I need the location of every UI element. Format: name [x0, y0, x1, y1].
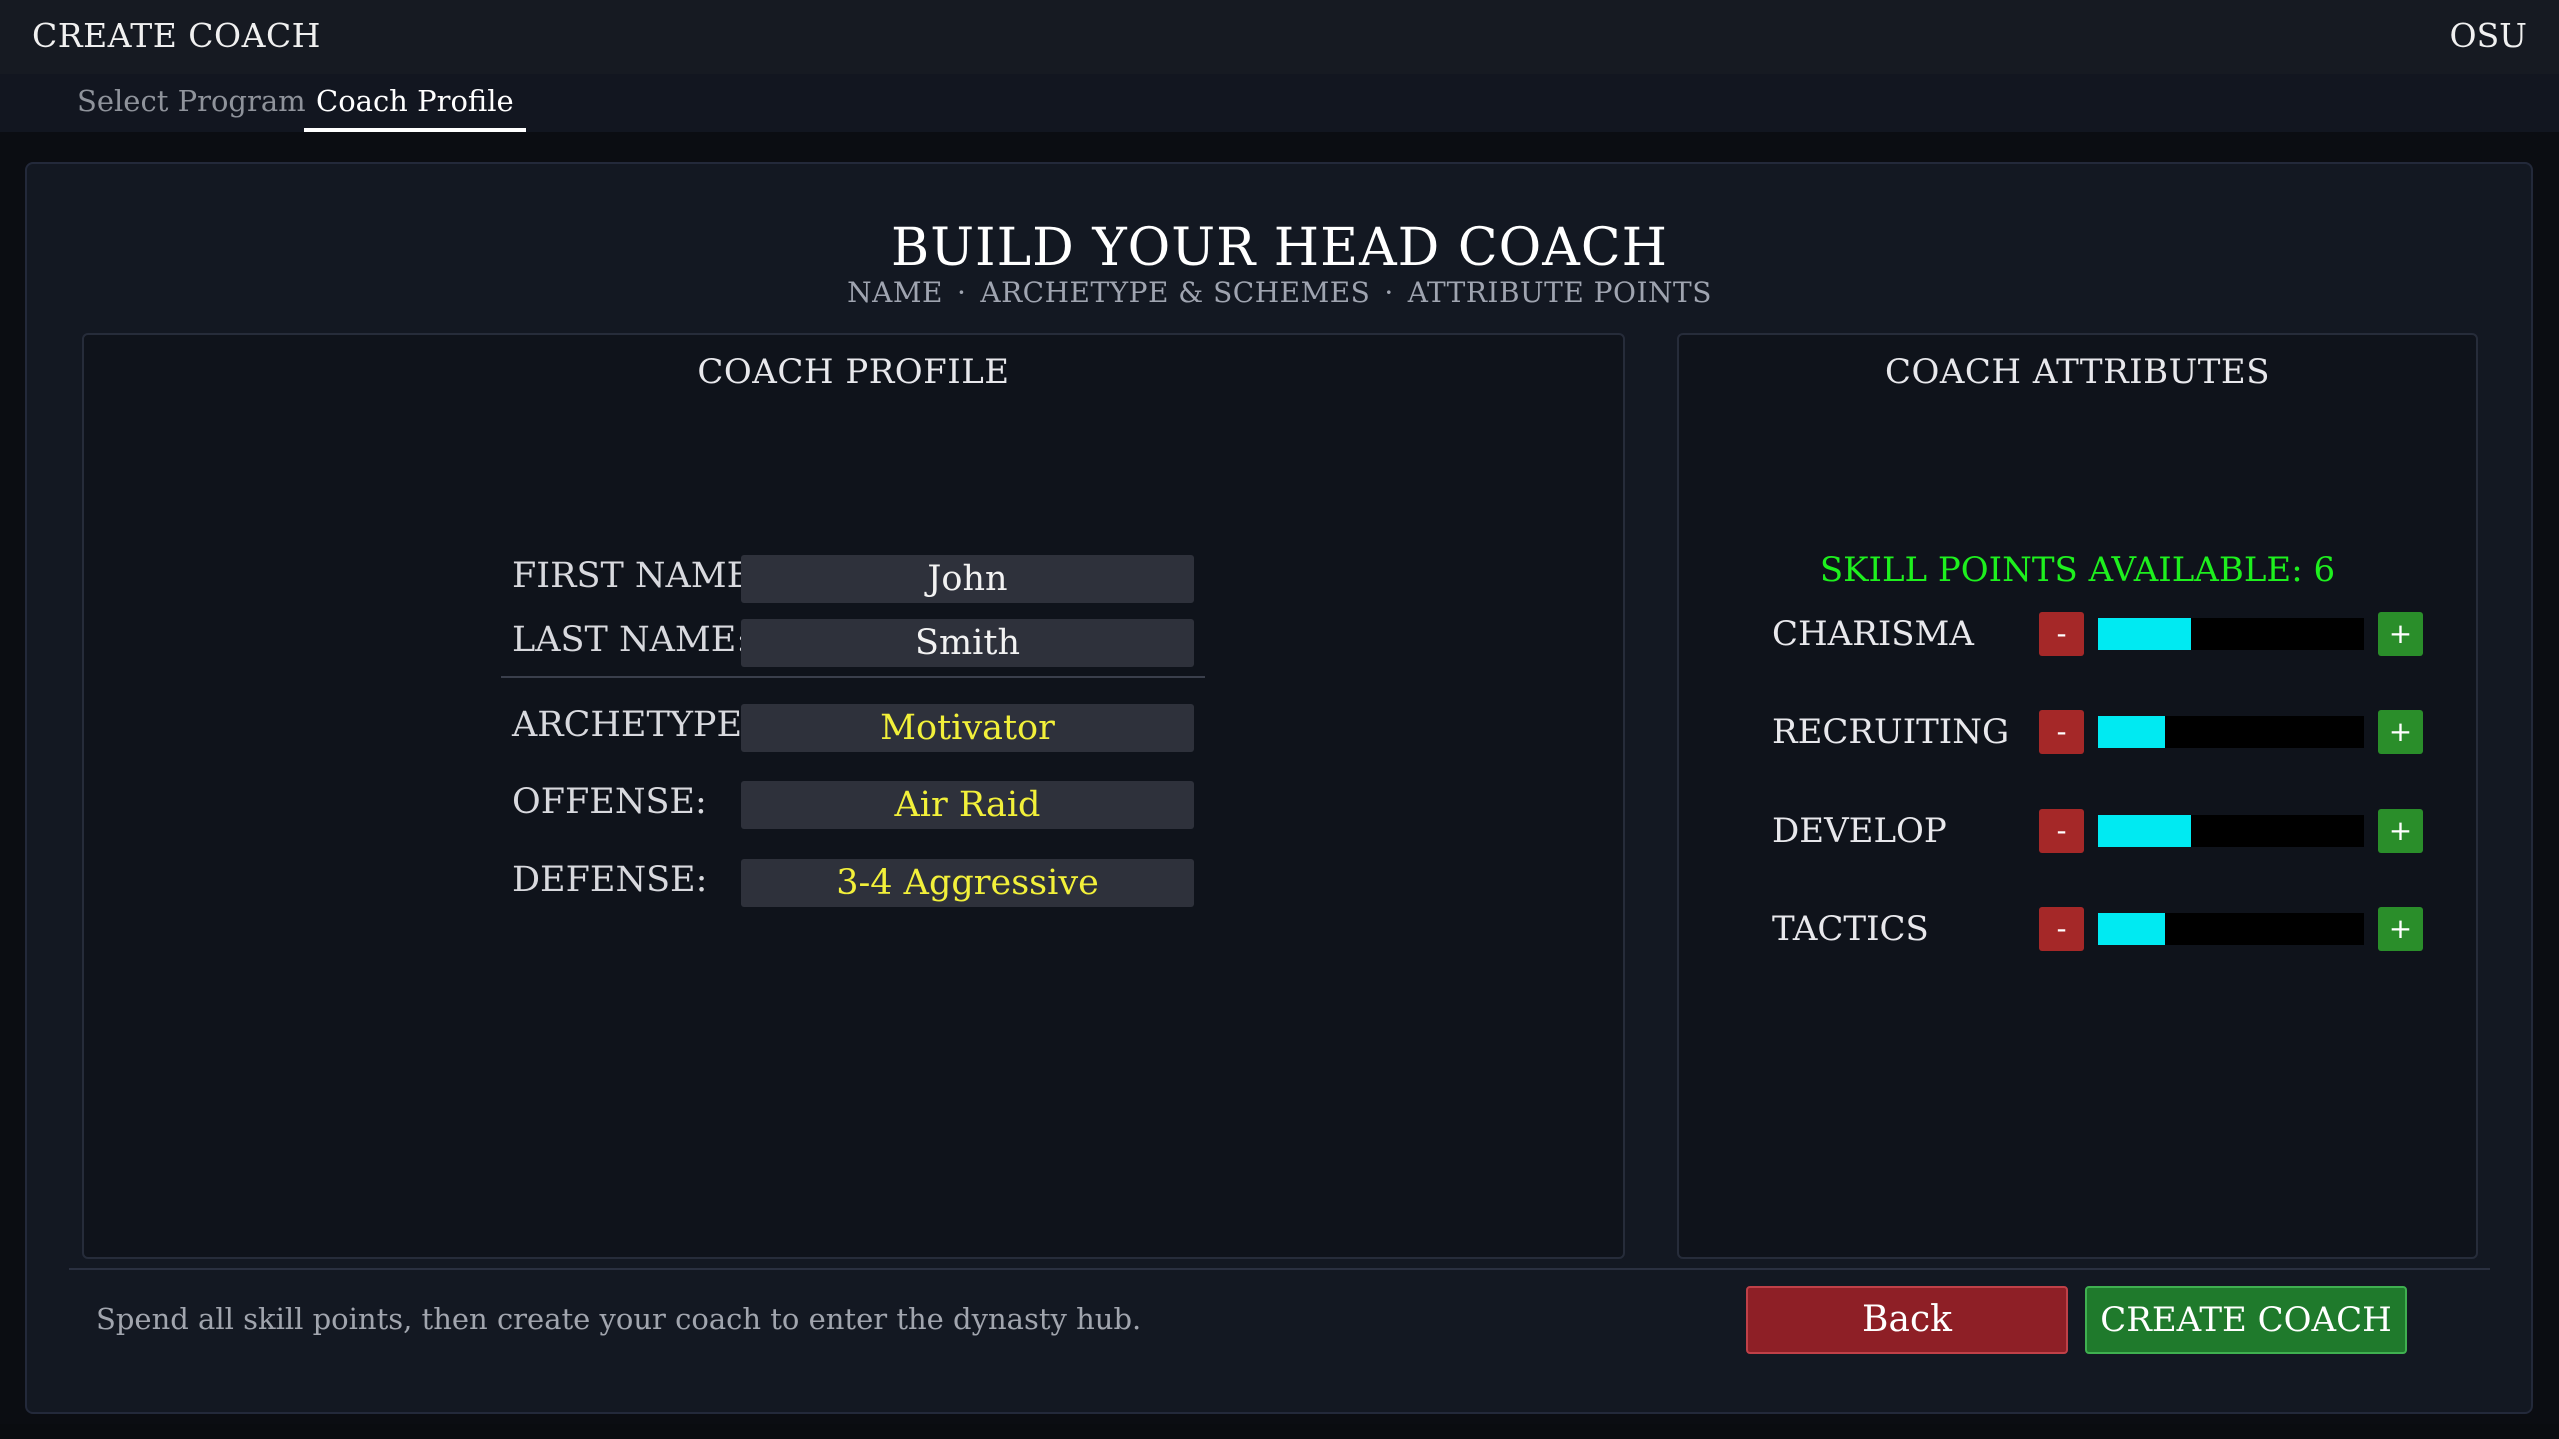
develop-bar: [2098, 815, 2364, 847]
footer-hint: Spend all skill points, then create your…: [96, 1302, 1142, 1336]
app-title: CREATE COACH: [32, 16, 321, 55]
develop-decrease-button[interactable]: -: [2039, 809, 2084, 853]
first-name-field[interactable]: John: [741, 555, 1194, 603]
skill-points-available: SKILL POINTS AVAILABLE: 6: [1819, 550, 2336, 590]
page-title: BUILD YOUR HEAD COACH: [891, 218, 1668, 278]
archetype-label: ARCHETYPE:: [512, 705, 754, 745]
first-name-label: FIRST NAME:: [512, 556, 764, 596]
last-name-field[interactable]: Smith: [741, 619, 1194, 667]
last-name-label: LAST NAME:: [512, 620, 749, 660]
offense-selector[interactable]: Air Raid: [741, 781, 1194, 829]
charisma-decrease-button[interactable]: -: [2039, 612, 2084, 656]
attribute-label-develop: DEVELOP: [1772, 811, 1947, 851]
top-bar: CREATE COACH OSU: [0, 0, 2559, 74]
charisma-increase-button[interactable]: +: [2378, 612, 2423, 656]
charisma-bar-fill: [2098, 618, 2192, 650]
develop-increase-button[interactable]: +: [2378, 809, 2423, 853]
tactics-increase-button[interactable]: +: [2378, 907, 2423, 951]
tab-bar: Select Program Coach Profile: [0, 74, 2559, 132]
recruiting-bar-fill: [2098, 716, 2165, 748]
back-button[interactable]: Back: [1746, 1286, 2068, 1354]
coach-attributes-card: [1677, 333, 2478, 1259]
bottom-strip: [0, 1424, 2559, 1439]
tactics-decrease-button[interactable]: -: [2039, 907, 2084, 951]
step-separator: ·: [1384, 276, 1394, 309]
step-attribute-points: ATTRIBUTE POINTS: [1407, 276, 1712, 309]
step-separator: ·: [956, 276, 967, 309]
archetype-selector[interactable]: Motivator: [741, 704, 1194, 752]
coach-attributes-title: COACH ATTRIBUTES: [1884, 352, 2271, 392]
create-coach-button[interactable]: CREATE COACH: [2085, 1286, 2407, 1354]
attribute-label-tactics: TACTICS: [1772, 909, 1929, 949]
coach-profile-title: COACH PROFILE: [697, 352, 1010, 392]
profile-divider: [501, 676, 1205, 678]
attribute-label-recruiting: RECRUITING: [1772, 712, 2010, 752]
footer-divider: [69, 1268, 2490, 1270]
step-breadcrumb: NAME · ARCHETYPE & SCHEMES · ATTRIBUTE POINT…: [0, 276, 2559, 309]
charisma-bar: [2098, 618, 2364, 650]
tab-coach-profile[interactable]: Coach Profile: [304, 86, 526, 132]
team-code: OSU: [2449, 16, 2527, 55]
tactics-bar-fill: [2098, 913, 2165, 945]
step-archetype-schemes: ARCHETYPE & SCHEMES: [980, 276, 1371, 309]
tactics-bar: [2098, 913, 2364, 945]
defense-label: DEFENSE:: [512, 860, 708, 900]
recruiting-decrease-button[interactable]: -: [2039, 710, 2084, 754]
attribute-label-charisma: CHARISMA: [1772, 614, 1974, 654]
recruiting-bar: [2098, 716, 2364, 748]
recruiting-increase-button[interactable]: +: [2378, 710, 2423, 754]
step-name: NAME: [847, 276, 943, 309]
tab-select-program[interactable]: Select Program: [65, 86, 318, 132]
offense-label: OFFENSE:: [512, 782, 707, 822]
develop-bar-fill: [2098, 815, 2192, 847]
defense-selector[interactable]: 3-4 Aggressive: [741, 859, 1194, 907]
